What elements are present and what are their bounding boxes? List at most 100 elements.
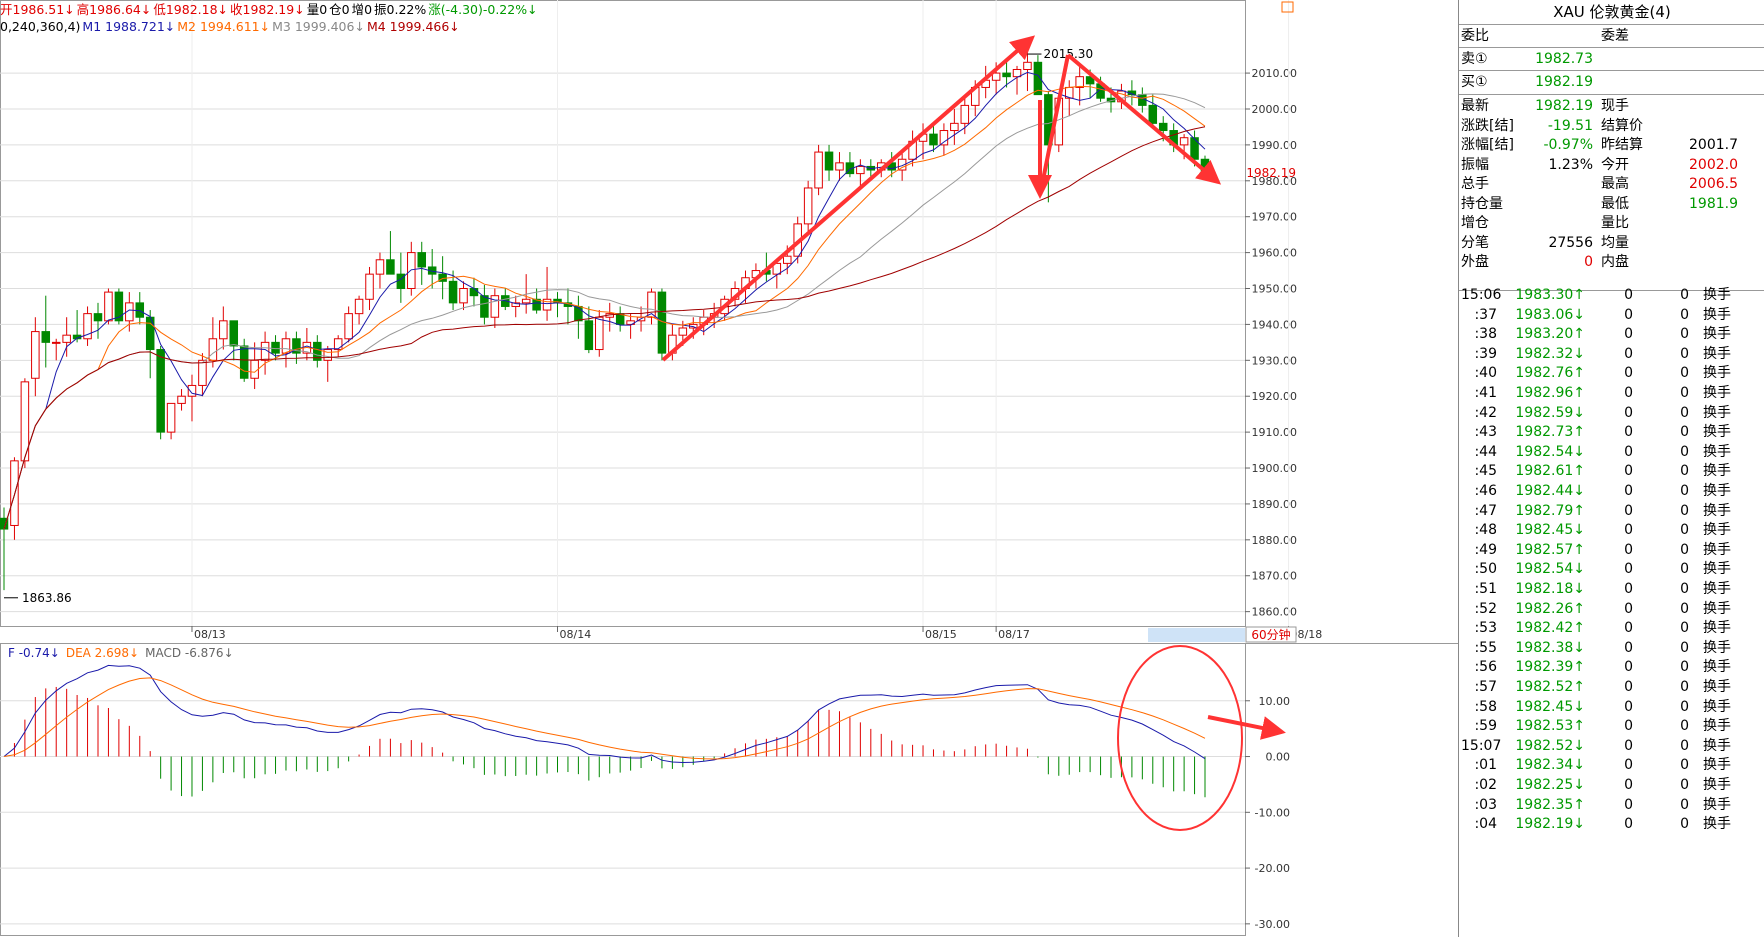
candle-body [448, 280, 458, 304]
ma-item: 0,240,360,4) [0, 19, 81, 34]
sell1-value: 1982.73 [1535, 51, 1593, 67]
candle-body [929, 133, 938, 146]
y-tick-label: 1860.00 [1252, 606, 1298, 619]
x-tick-label: 08/14 [560, 628, 592, 641]
annotation-ellipse [1117, 645, 1243, 831]
tick-v2: 0 [1680, 816, 1689, 833]
x-tick-label: 08/13 [194, 628, 226, 641]
candle-body [93, 313, 103, 322]
candle-body [229, 320, 239, 347]
y-tick-label: 1880.00 [1252, 534, 1298, 547]
y-tick-label: 2000.00 [1252, 103, 1298, 116]
candle-body [1148, 104, 1158, 124]
candle-body [323, 349, 333, 361]
candle-body [950, 122, 959, 132]
candle-body [835, 162, 844, 171]
ohlc-item: 振0.22% [374, 2, 427, 17]
macd-tick-label: 10.00 [1259, 695, 1291, 708]
candle-body [783, 255, 792, 264]
candle-body [521, 298, 531, 304]
ohlc-item: 仓0 [329, 2, 350, 17]
ma-line-2 [3, 85, 1206, 530]
candle-body [239, 345, 249, 379]
chart-area[interactable]: 2010.00 2000.00 1990.00 1980.00 1970.00 1960.… [0, 0, 1458, 937]
candle-body [333, 338, 343, 351]
candle-body [62, 334, 71, 343]
candle-body [480, 295, 489, 318]
tick-time: :04 [1474, 816, 1497, 833]
y-tick-label: 1920.00 [1252, 390, 1298, 403]
candle-body [166, 402, 176, 433]
dif-line [3, 664, 1206, 764]
candle-body [51, 341, 61, 344]
y-tick-label: 1960.00 [1252, 247, 1298, 260]
candle-body [104, 291, 113, 322]
scroll-highlight [1148, 628, 1245, 642]
annotation-uptrend-arrow [661, 35, 1036, 362]
ma-item: M3 1999.406↓ [272, 19, 365, 34]
candle-body [365, 273, 374, 300]
candle-body [344, 313, 353, 340]
macd-tick-label: 0.00 [1266, 751, 1291, 764]
macd-tick-label: -10.00 [1255, 806, 1290, 819]
candle-body [1002, 72, 1011, 78]
ma-line-4 [3, 126, 1206, 530]
wei-bi-label: 委比 [1461, 28, 1489, 44]
tick-v1: 0 [1624, 816, 1633, 833]
y-tick-label: 1970.00 [1252, 211, 1298, 224]
ma-item: M2 1994.611↓ [177, 19, 271, 34]
y-tick-label: 1990.00 [1252, 139, 1298, 152]
min-price-label: 1863.86 [22, 591, 72, 605]
x-tick-label: 08/15 [925, 628, 957, 641]
panel-title: XAU 伦敦黄金(4) [1459, 0, 1764, 25]
candle-body [1158, 122, 1168, 132]
candle-body [469, 288, 479, 297]
candle-body [135, 302, 145, 318]
x-tick-label: 08/17 [998, 628, 1030, 641]
candle-body [939, 130, 949, 146]
candle-body [386, 259, 395, 275]
candle-body [1075, 76, 1084, 88]
ohlc-item: 收1982.19↓ [230, 2, 305, 17]
macd-tick-label: -20.00 [1255, 862, 1290, 875]
macd-legend-item: MACD -6.876↓ [145, 646, 234, 660]
candle-body [803, 187, 813, 225]
buy1-value: 1982.19 [1535, 74, 1593, 90]
corner-icon [1281, 1, 1294, 13]
ma-item: M4 1999.466↓ [366, 19, 460, 34]
macd-plot-frame [0, 643, 1246, 936]
ohlc-item: 开1986.51↓ [0, 2, 75, 17]
candle-body [459, 288, 468, 304]
period-label: 60分钟 [1251, 627, 1290, 642]
candle-body [145, 316, 155, 351]
candle-body [354, 298, 364, 315]
tick-row[interactable]: :04 1982.19↓ 0 0 换手 [1459, 813, 1764, 835]
y-tick-label: 1900.00 [1252, 462, 1298, 475]
y-tick-label: 1930.00 [1252, 354, 1298, 367]
macd-legend-item: F -0.74↓ [8, 646, 60, 660]
candle-body [198, 359, 207, 386]
candle-body [960, 104, 970, 124]
candle-body [574, 305, 583, 322]
candle-body [156, 349, 165, 433]
ohlc-item: 量0 [306, 2, 328, 17]
tick-tag: 换手 [1703, 816, 1731, 833]
ma-item: M1 1988.721↓ [82, 19, 176, 34]
kline-chart[interactable]: 2010.002000.001990.001980.001970.001960.… [0, 0, 1458, 937]
tick-price: 1982.19↓ [1515, 816, 1585, 833]
candle-body [824, 151, 834, 171]
candle-body [407, 252, 416, 290]
candle-body [219, 320, 228, 340]
stat-label: 内盘 [1601, 254, 1629, 270]
annotation-downtrend-arrow [1066, 53, 1222, 185]
candle-body [281, 338, 291, 354]
candle-body [271, 341, 280, 354]
candle-body [814, 151, 823, 189]
macd-legend-item: DEA 2.698↓ [66, 646, 139, 660]
macd-tick-label: -30.00 [1255, 918, 1290, 931]
dea-line [3, 677, 1206, 760]
macd-legend: F -0.74↓ DEA 2.698↓ MACD -6.876↓ [8, 646, 234, 660]
candle-body [417, 252, 426, 268]
y-tick-label: 1940.00 [1252, 318, 1298, 331]
candle-body [31, 331, 40, 379]
